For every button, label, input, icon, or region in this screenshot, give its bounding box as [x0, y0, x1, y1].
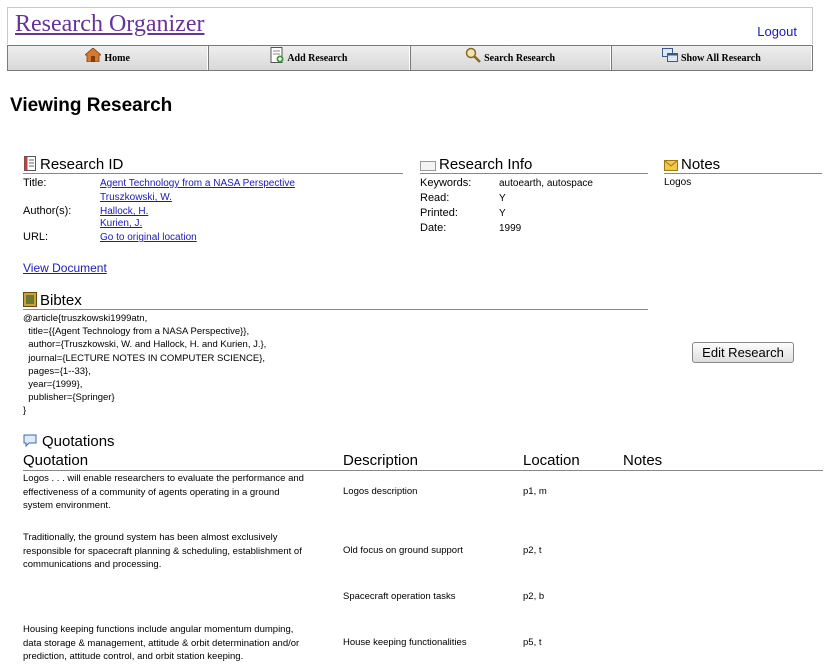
- quotation-cell: Traditionally, the ground system has bee…: [23, 531, 302, 572]
- bibtex-line: author={Truszkowski, W. and Hallock, H. …: [23, 339, 267, 351]
- nav-home-label: Home: [104, 52, 130, 64]
- description-cell: House keeping functionalities: [343, 637, 467, 648]
- quotation-line: Housing keeping functions include angula…: [23, 624, 294, 635]
- windows-icon: [661, 48, 678, 62]
- nav-home-button[interactable]: Home: [8, 46, 209, 70]
- column-header-notes: Notes: [623, 452, 663, 469]
- research-info-heading: Research Info: [420, 154, 648, 174]
- keywords-value: autoearth, autospace: [499, 178, 593, 189]
- url-label: URL:: [23, 231, 49, 243]
- bibtex-line: pages={1--33},: [23, 365, 91, 377]
- notes-heading: Notes: [664, 154, 822, 174]
- location-cell: p5, t: [523, 637, 542, 648]
- research-info-heading-text: Research Info: [439, 156, 533, 173]
- read-value: Y: [499, 193, 506, 204]
- research-id-heading: Research ID: [23, 154, 403, 174]
- quotation-line: responsible for spacecraft planning & sc…: [23, 545, 302, 557]
- home-icon: [85, 48, 102, 62]
- keywords-label: Keywords:: [420, 177, 472, 189]
- title-link[interactable]: Agent Technology from a NASA Perspective: [100, 178, 295, 189]
- quotation-line: Traditionally, the ground system has bee…: [23, 532, 278, 543]
- bibtex-line: year={1999},: [23, 379, 83, 391]
- column-header-location: Location: [523, 452, 580, 469]
- quotation-line: effectiveness of a community of agents o…: [23, 486, 280, 498]
- notes-heading-text: Notes: [681, 156, 721, 173]
- description-cell: Logos description: [343, 486, 418, 497]
- quotations-heading-text: Quotations: [42, 433, 115, 450]
- speech-bubble-icon: [23, 434, 37, 448]
- table-header-divider: [23, 470, 823, 471]
- read-label: Read:: [420, 192, 450, 204]
- author-link[interactable]: Hallock, H.: [100, 206, 148, 217]
- quotation-line: system environment.: [23, 500, 111, 511]
- nav-search-research-label: Search Research: [484, 52, 556, 64]
- bibtex-line: }: [23, 405, 27, 417]
- search-icon: [465, 47, 481, 63]
- bibtex-content: @article{truszkowski1999atn, title={{Age…: [23, 312, 266, 418]
- original-location-link[interactable]: Go to original location: [100, 232, 197, 243]
- bibtex-heading: Bibtex: [23, 290, 648, 310]
- quotation-line: prediction, attitude control, and orbit …: [23, 651, 244, 662]
- quotation-line: communications and processing.: [23, 559, 162, 570]
- author-link[interactable]: Truszkowski, W.: [100, 192, 172, 203]
- bibtex-line: journal={LECTURE NOTES IN COMPUTER SCIEN…: [23, 352, 266, 364]
- nav-search-research-button[interactable]: Search Research: [409, 46, 611, 70]
- quotation-line: Logos . . . will enable researchers to e…: [23, 473, 304, 484]
- book-icon: [23, 292, 37, 307]
- printed-value: Y: [499, 208, 506, 219]
- page-title: Viewing Research: [10, 95, 173, 116]
- nav-add-research-button[interactable]: Add Research: [208, 46, 410, 70]
- nav-show-all-research-button[interactable]: Show All Research: [610, 46, 812, 70]
- info-card-icon: [420, 161, 436, 171]
- description-cell: Old focus on ground support: [343, 545, 463, 556]
- location-cell: p2, t: [523, 545, 542, 556]
- date-label: Date:: [420, 222, 447, 234]
- add-document-icon: [270, 47, 284, 63]
- app-title-link[interactable]: Research Organizer: [15, 11, 204, 38]
- envelope-icon: [664, 160, 678, 171]
- authors-label: Author(s):: [23, 205, 72, 217]
- nav-show-all-research-label: Show All Research: [680, 52, 761, 64]
- notes-text: Logos: [664, 177, 692, 188]
- nav-add-research-label: Add Research: [287, 52, 348, 64]
- notebook-icon: [24, 156, 36, 171]
- location-cell: p2, b: [523, 591, 545, 602]
- column-header-quotation: Quotation: [23, 452, 89, 469]
- column-header-description: Description: [343, 452, 419, 469]
- main-nav: Home Add Research Search Research Show A…: [7, 45, 813, 71]
- location-cell: p1, m: [523, 486, 547, 497]
- date-value: 1999: [499, 223, 522, 234]
- edit-research-button[interactable]: Edit Research: [692, 342, 794, 363]
- app-header: Research Organizer Logout: [7, 7, 813, 44]
- view-document-link[interactable]: View Document: [23, 261, 107, 275]
- title-label: Title:: [23, 177, 47, 189]
- bibtex-heading-text: Bibtex: [40, 292, 82, 309]
- bibtex-line: @article{truszkowski1999atn,: [23, 313, 148, 324]
- quotation-line: data storage & management, attitude & or…: [23, 637, 300, 649]
- description-cell: Spacecraft operation tasks: [343, 591, 456, 602]
- quotation-cell: Housing keeping functions include angula…: [23, 623, 299, 664]
- bibtex-line: publisher={Springer}: [23, 392, 115, 404]
- author-link[interactable]: Kurien, J.: [100, 218, 142, 229]
- quotation-cell: Logos . . . will enable researchers to e…: [23, 472, 304, 513]
- bibtex-line: title={{Agent Technology from a NASA Per…: [23, 326, 250, 338]
- printed-label: Printed:: [420, 207, 458, 219]
- research-id-heading-text: Research ID: [40, 156, 124, 173]
- quotations-heading: Quotations: [23, 431, 143, 450]
- logout-link[interactable]: Logout: [757, 24, 797, 39]
